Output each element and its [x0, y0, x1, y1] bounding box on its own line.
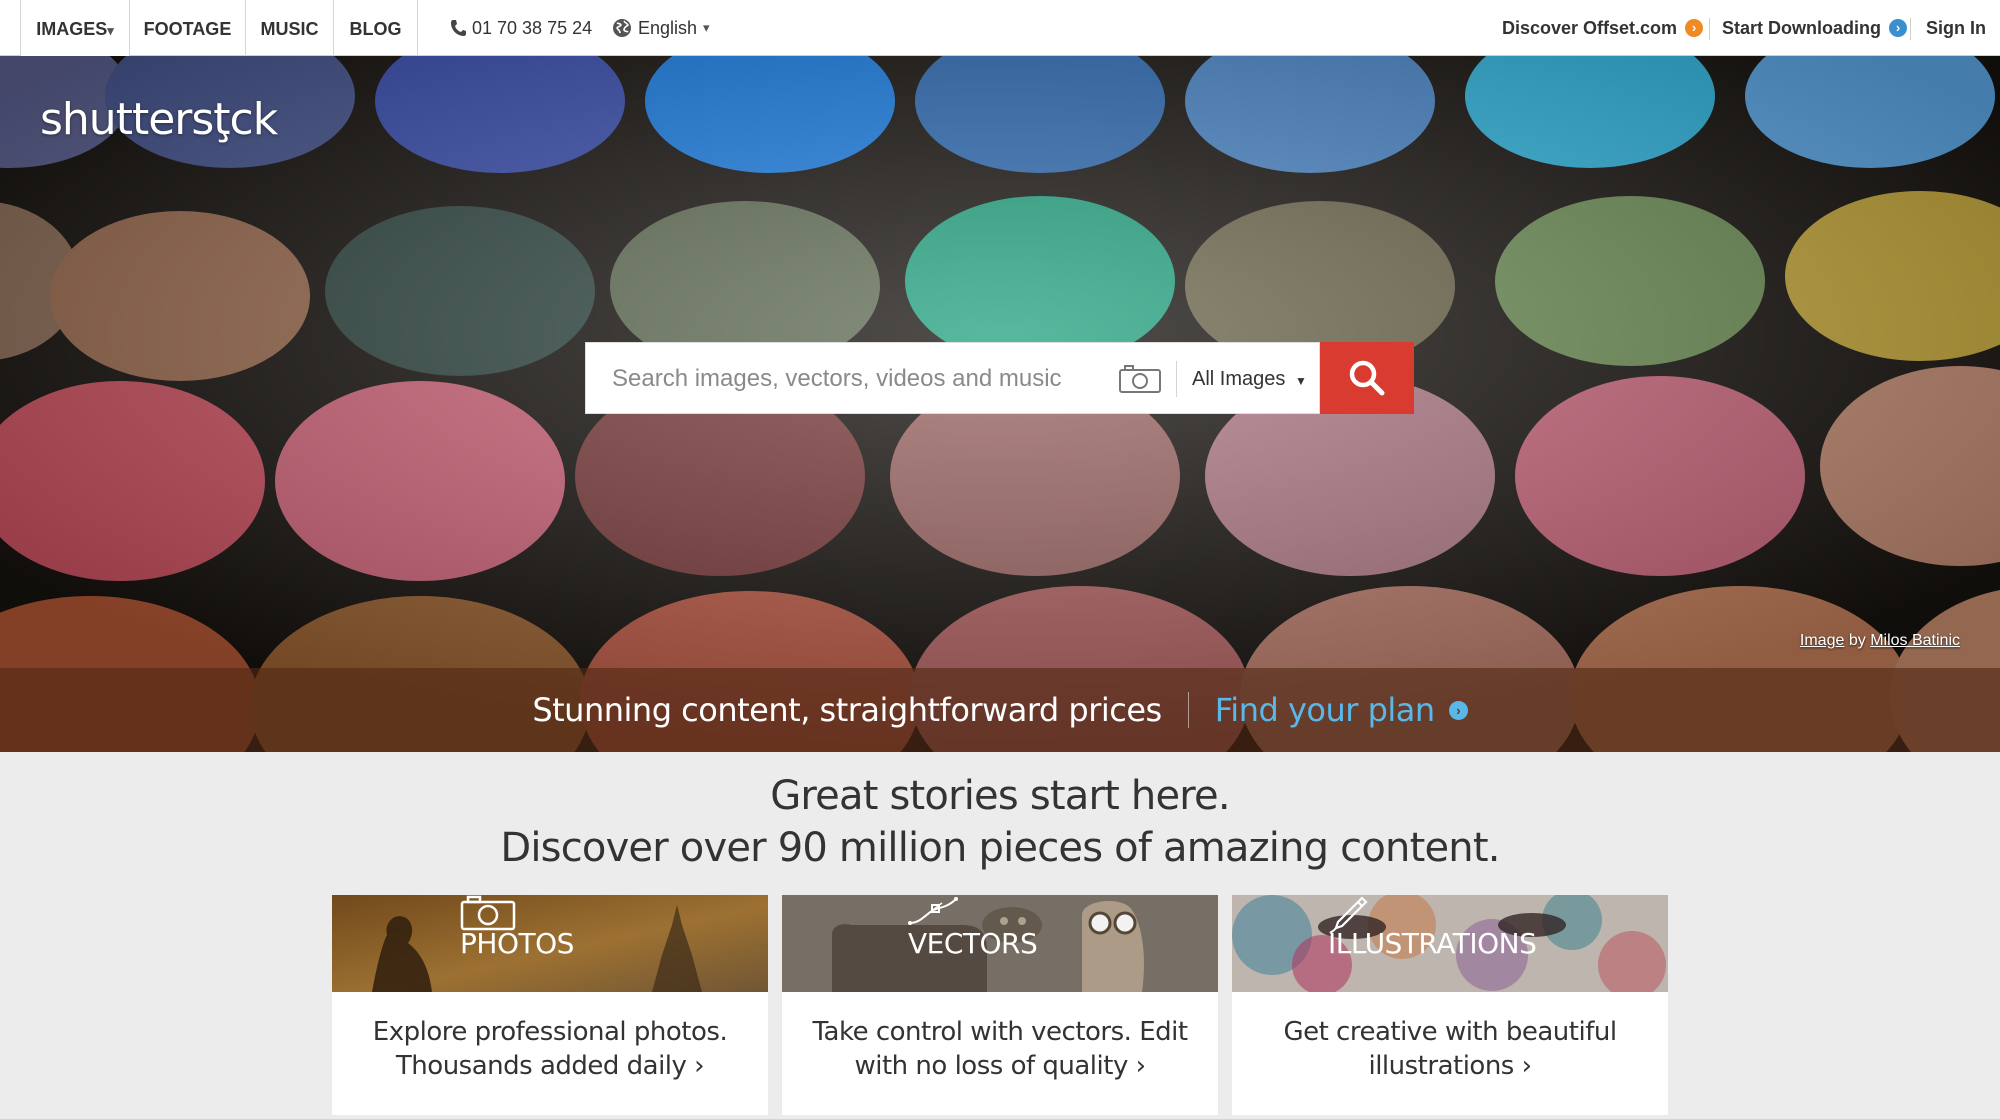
search-input[interactable]: [610, 343, 1114, 415]
headline-line-2: Discover over 90 million pieces of amazi…: [500, 825, 1500, 871]
language-label: English: [638, 17, 698, 38]
tab-blog-label: BLOG: [349, 19, 402, 39]
photos-card-line-2: Thousands added daily ›: [395, 1051, 705, 1081]
illustrations-card-line-2: illustrations ›: [1368, 1051, 1532, 1081]
image-credit-by: by: [1848, 632, 1866, 649]
camera-icon[interactable]: [1119, 365, 1161, 393]
pricing-banner: Stunning content, straightforward prices…: [0, 668, 2000, 752]
tab-images[interactable]: IMAGES▾: [20, 0, 130, 57]
discover-offset-label: Discover Offset.com: [1502, 17, 1678, 38]
vectors-card-line-1: Take control with vectors. Edit: [812, 1017, 1188, 1047]
tab-footage[interactable]: FOOTAGE: [130, 0, 246, 56]
chevron-right-icon: ›: [1448, 700, 1468, 720]
photos-card[interactable]: PHOTOS Explore professional photos. Thou…: [332, 895, 768, 1115]
photos-card-banner: PHOTOS: [332, 895, 768, 992]
photos-card-title: PHOTOS: [460, 927, 574, 960]
image-author-link[interactable]: Milos Batinic: [1870, 632, 1960, 649]
category-select-value: All Images: [1192, 368, 1286, 390]
hero-section: shuttersţck All Images ▼ Image by Milos…: [0, 56, 2000, 752]
vectors-card-title: VECTORS: [908, 927, 1038, 960]
divider: [1910, 18, 1911, 40]
phone-icon: [451, 20, 466, 36]
phone-number-text: 01 70 38 75 24: [472, 18, 593, 38]
chevron-down-icon: ▾: [107, 23, 114, 38]
headline: Great stories start here. Discover over …: [0, 770, 2000, 874]
search-bar: All Images ▼: [585, 342, 1320, 415]
start-downloading-link[interactable]: Start Downloading ›: [1722, 0, 1907, 56]
chevron-down-icon: ▾: [703, 20, 710, 35]
chevron-down-icon: ▼: [1294, 374, 1307, 388]
tab-blog[interactable]: BLOG: [334, 0, 418, 56]
divider: [1187, 692, 1189, 728]
category-select[interactable]: All Images ▼: [1192, 343, 1307, 413]
discover-offset-link[interactable]: Discover Offset.com ›: [1502, 0, 1704, 56]
illustrations-card-line-1: Get creative with beautiful: [1283, 1017, 1617, 1047]
vectors-card-line-2: with no loss of quality ›: [854, 1051, 1147, 1081]
illustrations-card[interactable]: ILLUSTRATIONS Get creative with beautifu…: [1232, 895, 1668, 1115]
tab-footage-label: FOOTAGE: [143, 19, 232, 39]
image-credit: Image by Milos Batinic: [1800, 632, 1960, 650]
divider: [1709, 18, 1710, 40]
chevron-right-icon: ›: [1889, 19, 1907, 37]
search-icon: [1349, 360, 1385, 396]
image-credit-link[interactable]: Image: [1800, 632, 1844, 649]
tab-images-label: IMAGES: [36, 19, 108, 39]
vectors-card-banner: VECTORS: [782, 895, 1218, 992]
divider: [1176, 361, 1177, 397]
phone-number: 01 70 38 75 24: [450, 0, 592, 56]
vector-pen-icon: [908, 897, 958, 925]
illustrations-card-banner: ILLUSTRATIONS: [1232, 895, 1668, 992]
camera-icon: [460, 895, 516, 931]
find-your-plan-label: Find your plan: [1214, 691, 1435, 729]
brush-icon: [1329, 896, 1368, 934]
top-navigation-bar: IMAGES▾ FOOTAGE MUSIC BLOG 01 70 38 75 2…: [0, 0, 2000, 57]
start-downloading-label: Start Downloading: [1722, 17, 1881, 38]
sign-in-label: Sign In: [1926, 17, 1986, 38]
photos-card-line-1: Explore professional photos.: [372, 1017, 728, 1047]
vectors-card[interactable]: VECTORS Take control with vectors. Edit …: [782, 895, 1218, 1115]
banner-tagline: Stunning content, straightforward prices: [532, 691, 1162, 729]
globe-icon: [613, 19, 631, 37]
search-button[interactable]: [1320, 342, 1414, 414]
shutterstock-logo[interactable]: shuttersţck: [40, 94, 278, 145]
tab-music[interactable]: MUSIC: [246, 0, 334, 56]
language-selector[interactable]: English ▾: [612, 0, 710, 56]
tab-music-label: MUSIC: [260, 19, 319, 39]
find-your-plan-link[interactable]: Find your plan ›: [1215, 691, 1468, 729]
chevron-right-icon: ›: [1685, 19, 1704, 37]
headline-line-1: Great stories start here.: [770, 773, 1230, 819]
sign-in-link[interactable]: Sign In: [1926, 0, 1986, 56]
